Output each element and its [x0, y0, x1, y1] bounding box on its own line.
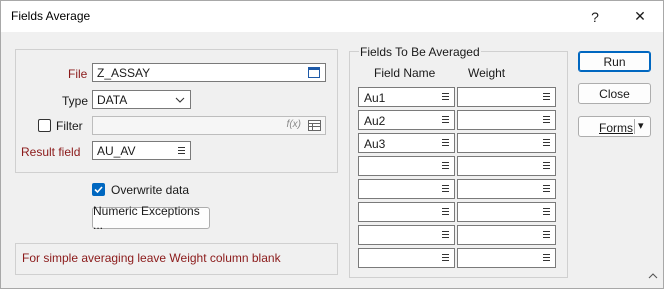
weight-list-icon[interactable]: [543, 139, 550, 148]
file-input[interactable]: Z_ASSAY: [92, 63, 326, 82]
field-list-icon[interactable]: [442, 208, 449, 217]
type-value: DATA: [97, 93, 128, 107]
title-bar: Fields Average ? ✕: [1, 1, 663, 32]
weight-list-icon[interactable]: [543, 116, 550, 125]
weight-list-icon[interactable]: [543, 162, 550, 171]
weight-cell[interactable]: [457, 225, 556, 245]
check-icon: [94, 186, 103, 194]
result-field-value: AU_AV: [97, 144, 136, 158]
close-window-button[interactable]: ✕: [617, 1, 663, 32]
filter-checkbox[interactable]: [38, 119, 51, 132]
type-label: Type: [62, 94, 89, 108]
field-name-cell[interactable]: Au1: [358, 87, 455, 107]
field-name-cell[interactable]: [358, 202, 455, 222]
forms-label: Forms: [599, 121, 633, 135]
weight-cell[interactable]: [457, 202, 556, 222]
weight-cell[interactable]: [457, 133, 556, 153]
field-list-icon[interactable]: [442, 139, 449, 148]
chevron-down-icon: [173, 92, 187, 107]
file-value: Z_ASSAY: [97, 66, 151, 80]
fields-average-dialog: Fields Average ? ✕ File Z_ASSAY Type DAT…: [0, 0, 664, 289]
weight-list-icon[interactable]: [543, 254, 550, 263]
file-label: File: [68, 67, 88, 81]
forms-button[interactable]: Forms ▾: [578, 116, 651, 137]
weight-list-icon[interactable]: [543, 208, 550, 217]
help-icon: ?: [591, 8, 599, 25]
result-field-input[interactable]: AU_AV: [92, 141, 191, 160]
close-button[interactable]: Close: [578, 83, 651, 104]
field-name-value: Au1: [364, 91, 386, 105]
numeric-exceptions-button[interactable]: Numeric Exceptions ...: [92, 204, 210, 232]
window-title: Fields Average: [11, 9, 91, 23]
field-name-cell[interactable]: [358, 225, 455, 245]
field-name-cell[interactable]: [358, 248, 455, 268]
weight-list-icon[interactable]: [543, 93, 550, 102]
field-name-value: Au2: [364, 114, 386, 128]
field-name-cell[interactable]: [358, 179, 455, 199]
fx-icon[interactable]: f(x): [287, 119, 301, 130]
filter-table-icon[interactable]: [307, 118, 321, 133]
weight-list-icon[interactable]: [543, 185, 550, 194]
file-browse-icon[interactable]: [307, 65, 321, 80]
forms-divider: [634, 119, 635, 134]
weight-cell[interactable]: [457, 156, 556, 176]
field-list-icon[interactable]: [442, 93, 449, 102]
field-list-icon[interactable]: [442, 254, 449, 263]
field-name-cell[interactable]: Au2: [358, 110, 455, 130]
weight-cell[interactable]: [457, 110, 556, 130]
weight-cell[interactable]: [457, 87, 556, 107]
help-button[interactable]: ?: [572, 1, 618, 32]
forms-dropdown-icon[interactable]: ▾: [638, 119, 644, 132]
fields-group-title: Fields To Be Averaged: [359, 45, 481, 59]
field-list-icon[interactable]: [442, 162, 449, 171]
result-field-list-icon[interactable]: [178, 147, 185, 156]
overwrite-label: Overwrite data: [111, 183, 190, 197]
weight-header: Weight: [468, 66, 506, 80]
weight-list-icon[interactable]: [543, 231, 550, 240]
weight-note: For simple averaging leave Weight column…: [22, 251, 281, 265]
field-name-cell[interactable]: Au3: [358, 133, 455, 153]
field-list-icon[interactable]: [442, 231, 449, 240]
field-name-header: Field Name: [374, 66, 436, 80]
weight-cell[interactable]: [457, 179, 556, 199]
collapse-chevron-icon[interactable]: [648, 272, 658, 279]
type-select[interactable]: DATA: [92, 90, 191, 109]
result-field-label: Result field: [21, 145, 81, 159]
weight-cell[interactable]: [457, 248, 556, 268]
run-button[interactable]: Run: [578, 51, 651, 72]
field-name-cell[interactable]: [358, 156, 455, 176]
filter-label: Filter: [56, 119, 83, 133]
field-list-icon[interactable]: [442, 185, 449, 194]
field-name-value: Au3: [364, 137, 386, 151]
filter-input[interactable]: f(x): [92, 116, 326, 135]
field-list-icon[interactable]: [442, 116, 449, 125]
overwrite-checkbox[interactable]: [92, 183, 105, 196]
close-icon: ✕: [634, 8, 646, 24]
